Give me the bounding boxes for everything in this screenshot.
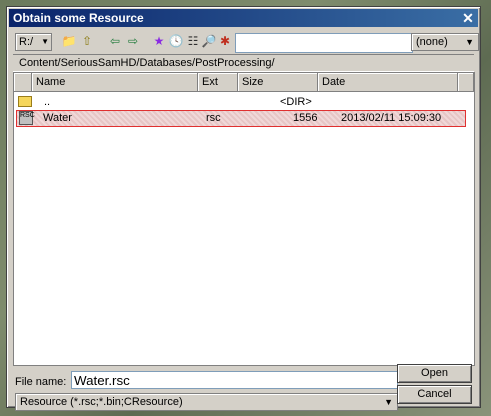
chevron-down-icon: ▼	[465, 37, 474, 47]
close-icon[interactable]: ✕	[460, 10, 476, 26]
cancel-button[interactable]: Cancel	[397, 385, 472, 404]
filter-select[interactable]: (none) ▼	[411, 33, 479, 51]
toolbar: R:/ ▼ 📁 ⇧ ⇦ ⇨ ★ 🕓 ☷ 🔎 ✱ (none) ▼	[13, 31, 479, 53]
forward-icon[interactable]: ⇨	[125, 33, 141, 49]
folder-up-icon[interactable]: ⇧	[79, 33, 95, 49]
filter-select-value: (none)	[416, 36, 448, 48]
list-item[interactable]: .. <DIR>	[16, 95, 466, 110]
filetype-value: Resource (*.rsc;*.bin;CResource)	[20, 396, 183, 408]
open-button[interactable]: Open	[397, 364, 472, 383]
obtain-resource-dialog: Obtain some Resource ✕ R:/ ▼ 📁 ⇧ ⇦ ⇨ ★ 🕓…	[6, 6, 481, 411]
history-clock-icon[interactable]: 🕓	[168, 33, 184, 49]
folder-icon	[18, 96, 32, 107]
file-list[interactable]: Name Ext Size Date .. <DIR> RSC Water rs…	[13, 72, 475, 366]
column-header-ext[interactable]: Ext	[198, 73, 238, 91]
column-header-filler	[458, 73, 474, 91]
column-header-size[interactable]: Size	[238, 73, 318, 91]
rsc-file-icon: RSC	[19, 111, 35, 125]
favorite-star-icon[interactable]: ★	[151, 33, 167, 49]
list-item[interactable]: RSC Water rsc 1556 2013/02/11 15:09:30	[16, 110, 466, 127]
list-item-size: 1556	[293, 112, 318, 124]
column-header-icon[interactable]	[14, 73, 32, 91]
chevron-down-icon: ▼	[384, 397, 393, 407]
window-title: Obtain some Resource	[13, 11, 144, 25]
back-icon[interactable]: ⇦	[107, 33, 123, 49]
filter-input[interactable]	[235, 33, 413, 53]
title-bar[interactable]: Obtain some Resource ✕	[9, 9, 478, 27]
column-header-name[interactable]: Name	[32, 73, 198, 91]
drive-value: R:/	[19, 36, 34, 48]
drive-select[interactable]: R:/ ▼	[15, 33, 52, 51]
file-list-header: Name Ext Size Date	[14, 73, 474, 92]
search-icon[interactable]: 🔎	[201, 33, 217, 49]
delete-icon[interactable]: ✱	[217, 33, 233, 49]
new-folder-icon[interactable]: 📁	[61, 33, 77, 49]
list-item-ext: rsc	[206, 112, 221, 124]
filename-field[interactable]	[71, 371, 398, 389]
details-view-icon[interactable]: ☷	[185, 33, 201, 49]
list-item-name: Water	[43, 112, 72, 124]
list-item-date: 2013/02/11 15:09:30	[341, 112, 442, 124]
list-item-name: ..	[44, 96, 51, 108]
column-header-date[interactable]: Date	[318, 73, 458, 91]
chevron-down-icon: ▼	[41, 37, 49, 46]
filetype-select[interactable]: Resource (*.rsc;*.bin;CResource) ▼	[15, 393, 398, 411]
path-breadcrumb: Content/SeriousSamHD/Databases/PostProce…	[13, 54, 474, 72]
list-item-size: <DIR>	[280, 96, 312, 108]
filename-label: File name:	[15, 376, 67, 388]
